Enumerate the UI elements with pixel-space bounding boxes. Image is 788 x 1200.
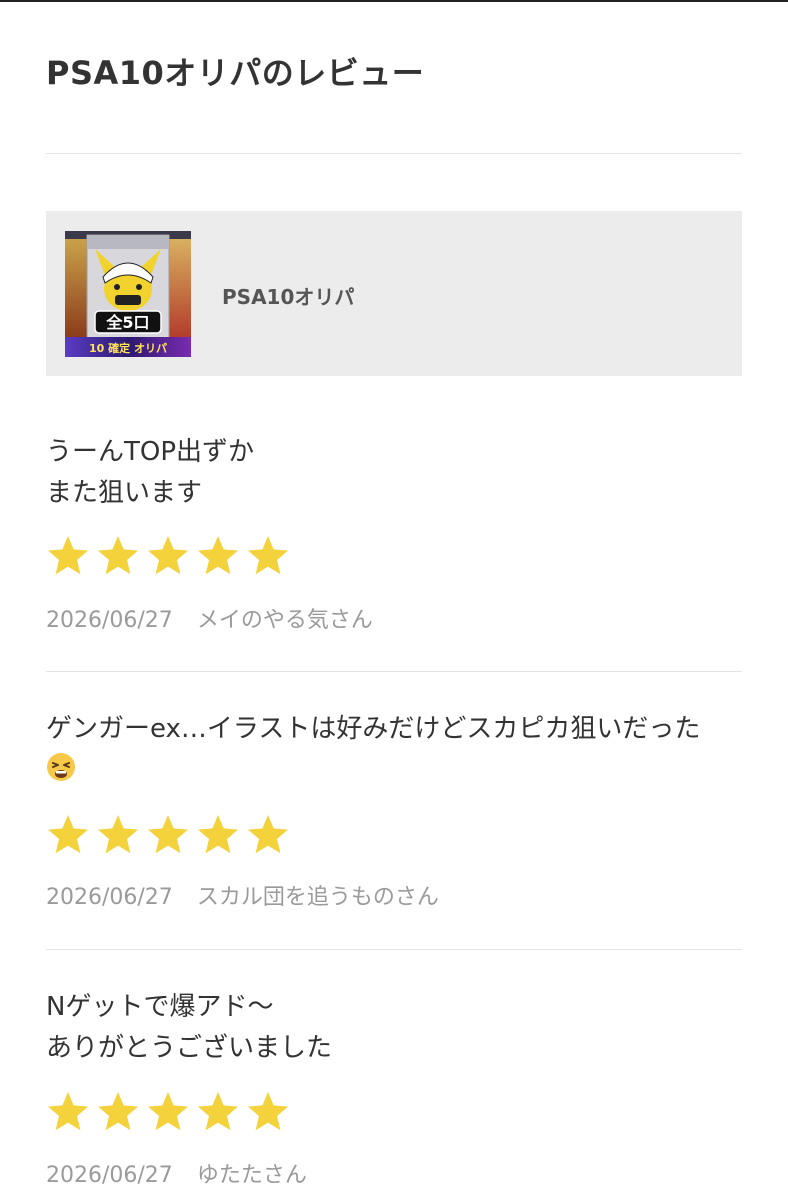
top-border [0, 0, 788, 2]
review-date: 2026/06/27 [46, 608, 173, 633]
product-card[interactable]: 全5口 10 確定 オリパ PSA10オリパ [46, 211, 742, 376]
review-author: スカル団を追うものさん [196, 885, 439, 910]
rating-stars [46, 534, 290, 578]
thumbnail-banner-text: 10 確定 オリパ [89, 341, 167, 355]
review-author: メイのやる気さん [196, 608, 373, 633]
product-thumbnail[interactable]: 全5口 10 確定 オリパ [65, 231, 191, 357]
star-icon [148, 815, 188, 854]
product-thumbnail-image: 全5口 10 確定 オリパ [65, 231, 191, 357]
thumbnail-main-text: 全5口 [105, 313, 149, 332]
star-icon [48, 815, 88, 854]
review-text: ゲンガーex…イラストは好みだけどスカピカ狙いだった [46, 714, 701, 744]
review-date: 2026/06/27 [46, 1163, 173, 1188]
star-icon [248, 536, 288, 575]
review-item: ゲンガーex…イラストは好みだけどスカピカ狙いだった 2026/06/27 スカル… [46, 709, 746, 910]
star-icon [98, 536, 138, 575]
star-icon [48, 536, 88, 575]
review-item: Nゲットで爆アド〜 ありがとうございました 2026/06/27 ゆたたさん [46, 987, 746, 1188]
review-item: うーんTOP出ずか また狙います 2026/06/27 メイのやる気さん [46, 432, 746, 633]
review-text-wrap: ゲンガーex…イラストは好みだけどスカピカ狙いだった [46, 709, 746, 791]
star-icon [48, 1092, 88, 1131]
star-icon [198, 536, 238, 575]
star-icon [198, 1092, 238, 1131]
review-author: ゆたたさん [196, 1163, 307, 1188]
star-icon [98, 1092, 138, 1131]
star-icon [98, 815, 138, 854]
star-icon [198, 815, 238, 854]
review-text: うーんTOP出ずか また狙います [46, 437, 255, 508]
star-icon [248, 1092, 288, 1131]
star-icon [148, 536, 188, 575]
review-divider [46, 949, 742, 950]
rating-stars [46, 813, 290, 857]
page-title: PSA10オリパのレビュー [46, 54, 425, 92]
star-icon [148, 1092, 188, 1131]
review-divider [46, 671, 742, 672]
review-meta: 2026/06/27 スカル団を追うものさん [46, 879, 439, 911]
review-text: Nゲットで爆アド〜 ありがとうございました [46, 992, 333, 1063]
review-meta: 2026/06/27 メイのやる気さん [46, 602, 373, 634]
header-divider [46, 153, 742, 154]
star-icon [248, 815, 288, 854]
review-date: 2026/06/27 [46, 885, 173, 910]
review-meta: 2026/06/27 ゆたたさん [46, 1157, 307, 1189]
tired-face-emoji [47, 753, 75, 781]
product-name[interactable]: PSA10オリパ [222, 281, 354, 310]
rating-stars [46, 1090, 290, 1134]
